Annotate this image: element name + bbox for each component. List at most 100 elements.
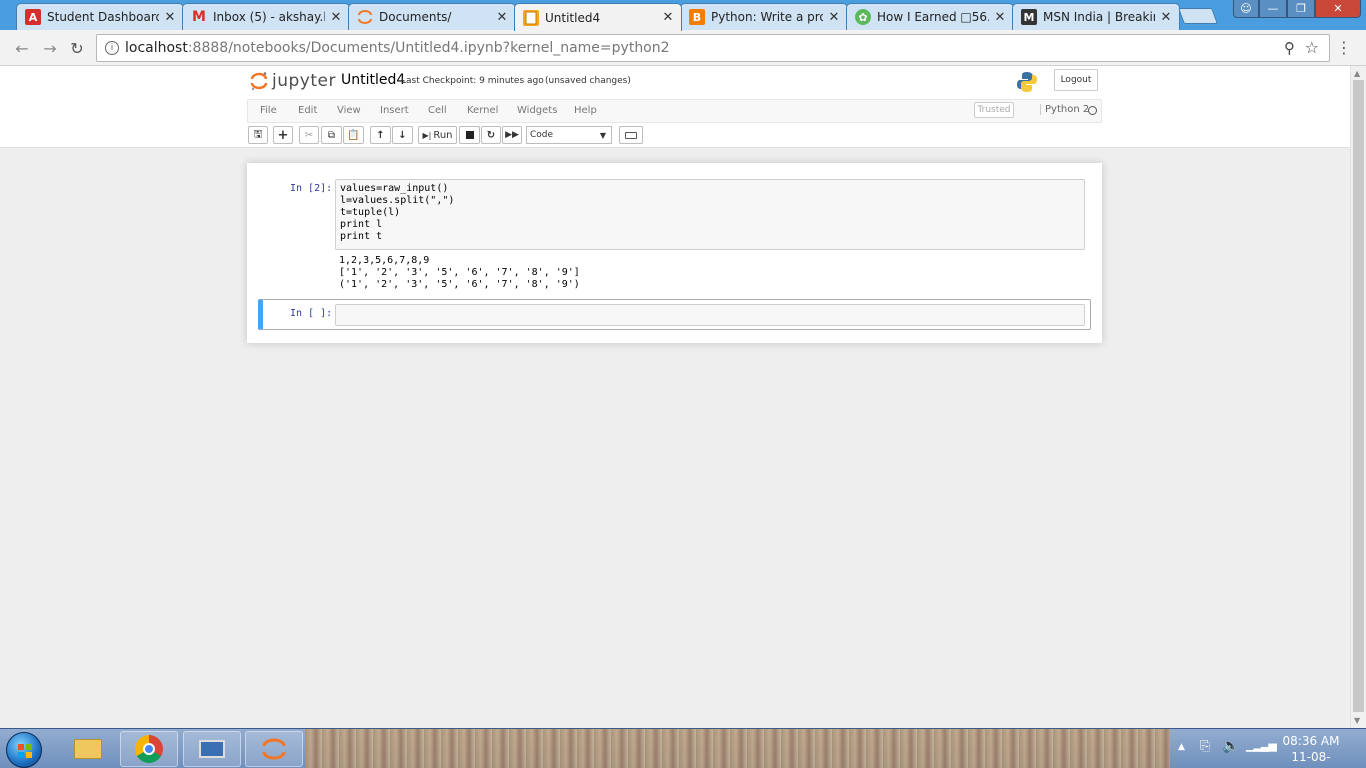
notebook-name[interactable]: Untitled4	[341, 72, 405, 88]
restart-run-all-button[interactable]: ▶▶	[502, 126, 522, 144]
menu-file[interactable]: File	[260, 105, 277, 116]
chrome-icon	[135, 735, 163, 763]
close-icon[interactable]: ✕	[329, 10, 343, 25]
close-icon[interactable]: ✕	[163, 10, 177, 25]
scroll-up-icon[interactable]: ▲	[1354, 69, 1360, 78]
remote-desktop-button[interactable]	[183, 731, 241, 767]
kernel-idle-indicator	[1088, 106, 1097, 115]
usb-icon[interactable]: ⎘	[1200, 739, 1210, 754]
menu-edit[interactable]: Edit	[298, 105, 317, 116]
chrome-taskbar-button[interactable]	[120, 731, 178, 767]
tab-inbox[interactable]: M Inbox (5) - akshay.ba ✕	[182, 3, 350, 30]
volume-icon[interactable]: 🔈	[1222, 738, 1239, 754]
clock-time: 08:36 AM	[1282, 734, 1340, 748]
scroll-down-icon[interactable]: ▼	[1354, 716, 1360, 725]
user-profile-icon[interactable]: ☺	[1233, 0, 1259, 18]
scissors-icon: ✂	[304, 129, 314, 141]
step-forward-icon: ▶|	[422, 130, 432, 140]
leaf-icon: ✿	[855, 9, 871, 25]
insert-cell-button[interactable]: +	[273, 126, 293, 144]
paste-button[interactable]: 📋	[343, 126, 364, 144]
move-down-button[interactable]: ↓	[392, 126, 413, 144]
browser-tab-strip: A Student Dashboard ✕ M Inbox (5) - aksh…	[0, 0, 1366, 31]
menu-help[interactable]: Help	[574, 105, 597, 116]
minimize-button[interactable]: —	[1259, 0, 1287, 18]
trusted-badge[interactable]: Trusted	[974, 102, 1014, 118]
zoom-icon[interactable]: ⚲	[1284, 39, 1295, 57]
gmail-icon: M	[192, 9, 206, 25]
forward-icon[interactable]: →	[40, 38, 60, 58]
chrome-menu-icon[interactable]: ⋮	[1336, 38, 1352, 58]
tab-documents[interactable]: Documents/ ✕	[348, 3, 516, 30]
network-signal-icon[interactable]: ▁▂▃▅	[1246, 739, 1277, 752]
menu-widgets[interactable]: Widgets	[517, 105, 557, 116]
menu-kernel[interactable]: Kernel	[467, 105, 498, 116]
close-window-button[interactable]: ✕	[1315, 0, 1361, 18]
close-icon[interactable]: ✕	[827, 10, 841, 25]
command-palette-button[interactable]	[619, 126, 643, 144]
jupyter-icon	[262, 738, 286, 760]
brand-a-icon: A	[25, 9, 41, 25]
info-icon[interactable]: i	[105, 41, 119, 55]
clock-date: 11-08-2018	[1291, 750, 1331, 768]
save-icon: 🖫	[253, 128, 263, 140]
taskbar-clock[interactable]: 08:36 AM 11-08-2018	[1280, 733, 1342, 768]
blogger-icon: B	[689, 9, 705, 25]
tab-untitled4[interactable]: Untitled4 ✕	[514, 3, 682, 31]
tab-python-write[interactable]: B Python: Write a prog ✕	[680, 3, 848, 30]
folder-icon	[74, 739, 102, 759]
kernel-name: Python 2	[1040, 104, 1089, 115]
back-icon[interactable]: ←	[12, 38, 32, 58]
tab-how-i-earned[interactable]: ✿ How I Earned □56.7! ✕	[846, 3, 1014, 30]
save-button[interactable]: 🖫	[248, 126, 268, 144]
menu-insert[interactable]: Insert	[380, 105, 409, 116]
tab-title: Inbox (5) - akshay.ba	[213, 10, 325, 24]
menu-cell[interactable]: Cell	[428, 105, 447, 116]
cut-button[interactable]: ✂	[299, 126, 319, 144]
tab-title: Student Dashboard	[47, 10, 159, 24]
move-up-button[interactable]: ↑	[370, 126, 391, 144]
arrow-up-icon: ↑	[376, 129, 385, 141]
jupyter-icon	[357, 9, 373, 25]
refresh-icon: ↻	[486, 129, 496, 141]
interrupt-button[interactable]	[459, 126, 480, 144]
jupyter-taskbar-button[interactable]	[245, 731, 303, 767]
start-button[interactable]	[6, 732, 42, 768]
tab-student-dashboard[interactable]: A Student Dashboard ✕	[16, 3, 184, 30]
menu-view[interactable]: View	[337, 105, 361, 116]
file-explorer-button[interactable]	[59, 731, 117, 767]
url-host: localhost	[125, 40, 188, 56]
show-hidden-icons[interactable]: ▲	[1178, 742, 1185, 752]
jupyter-logo[interactable]: jupyter	[250, 71, 336, 91]
bookmark-star-icon[interactable]: ☆	[1305, 38, 1319, 57]
tab-title: How I Earned □56.7!	[877, 10, 989, 24]
logout-button[interactable]: Logout	[1054, 69, 1098, 91]
tab-title: Python: Write a prog	[711, 10, 823, 24]
run-button[interactable]: ▶| Run	[418, 126, 457, 144]
cell-type-select[interactable]: Code ▼	[526, 126, 612, 144]
input-prompt: In [2]:	[290, 183, 333, 194]
scroll-thumb[interactable]	[1353, 80, 1364, 712]
fast-forward-icon: ▶▶	[505, 130, 519, 140]
close-icon[interactable]: ✕	[661, 10, 675, 25]
monitor-icon	[199, 740, 225, 758]
restore-button[interactable]: ❐	[1287, 0, 1315, 18]
address-bar[interactable]: i localhost:8888/notebooks/Documents/Unt…	[96, 34, 1330, 62]
windows-taskbar: ▲ ⎘ 🔈 ▁▂▃▅ 08:36 AM 11-08-2018	[0, 728, 1366, 768]
page-scrollbar[interactable]: ▲ ▼	[1350, 66, 1366, 728]
new-tab-button[interactable]	[1178, 8, 1218, 24]
cell-type-value: Code	[530, 130, 554, 140]
arrow-down-icon: ↓	[398, 129, 407, 141]
tab-msn-india[interactable]: M MSN India | Breakin ✕	[1012, 3, 1180, 30]
reload-icon[interactable]: ↻	[67, 38, 87, 58]
notebook-container: In [2]: values=raw_input() l=values.spli…	[247, 163, 1102, 343]
code-editor[interactable]	[335, 304, 1085, 326]
close-icon[interactable]: ✕	[1159, 10, 1173, 25]
caret-down-icon: ▼	[599, 131, 606, 140]
close-icon[interactable]: ✕	[993, 10, 1007, 25]
close-icon[interactable]: ✕	[495, 10, 509, 25]
copy-button[interactable]: ⧉	[321, 126, 342, 144]
restart-button[interactable]: ↻	[481, 126, 501, 144]
code-editor[interactable]: values=raw_input() l=values.split(",") t…	[335, 179, 1085, 250]
autosave-status: (unsaved changes)	[545, 76, 631, 86]
